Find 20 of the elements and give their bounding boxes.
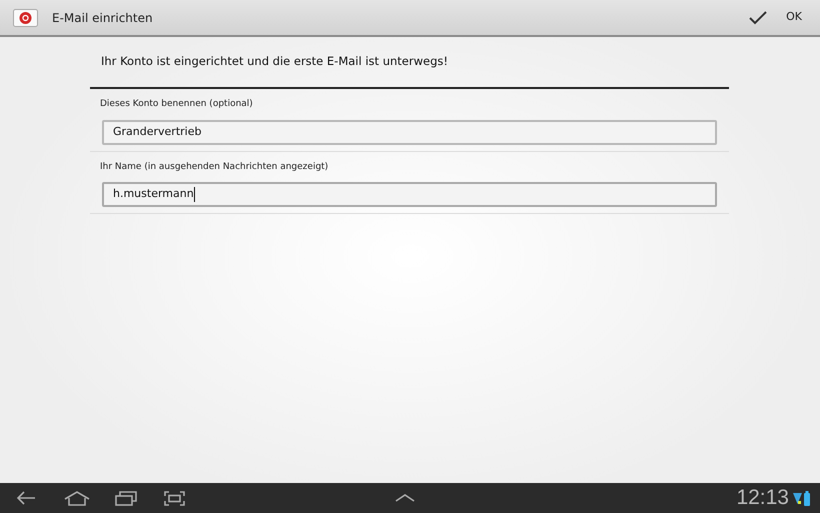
back-icon[interactable] bbox=[16, 491, 36, 505]
field-value: h.mustermann bbox=[113, 186, 194, 202]
text-cursor bbox=[194, 187, 195, 202]
checkmark-icon bbox=[748, 10, 768, 24]
wifi-signal-icon bbox=[793, 492, 802, 504]
field-label: Dieses Konto benennen (optional) bbox=[99, 98, 254, 111]
window-title: E-Mail einrichten bbox=[52, 10, 153, 26]
confirmation-message: Ihr Konto ist eingerichtet und die erste E-Mail ist unterwegs! bbox=[90, 37, 729, 89]
home-icon[interactable] bbox=[64, 490, 90, 506]
mail-app-icon[interactable] bbox=[13, 8, 38, 26]
screenshot-icon[interactable] bbox=[164, 490, 185, 506]
done-button[interactable]: OK bbox=[748, 9, 802, 26]
battery-icon bbox=[804, 490, 810, 506]
caret-up-icon[interactable] bbox=[395, 494, 415, 502]
field-label: Ihr Name (in ausgehenden Nachrichten angezeigt) bbox=[99, 160, 330, 174]
clock: 12:13 bbox=[736, 485, 789, 512]
text-field[interactable]: Grandervertrieb bbox=[102, 120, 717, 144]
text-field[interactable]: h.mustermann bbox=[102, 182, 717, 207]
field-value: Grandervertrieb bbox=[113, 124, 202, 140]
recent-apps-icon[interactable] bbox=[115, 490, 137, 506]
